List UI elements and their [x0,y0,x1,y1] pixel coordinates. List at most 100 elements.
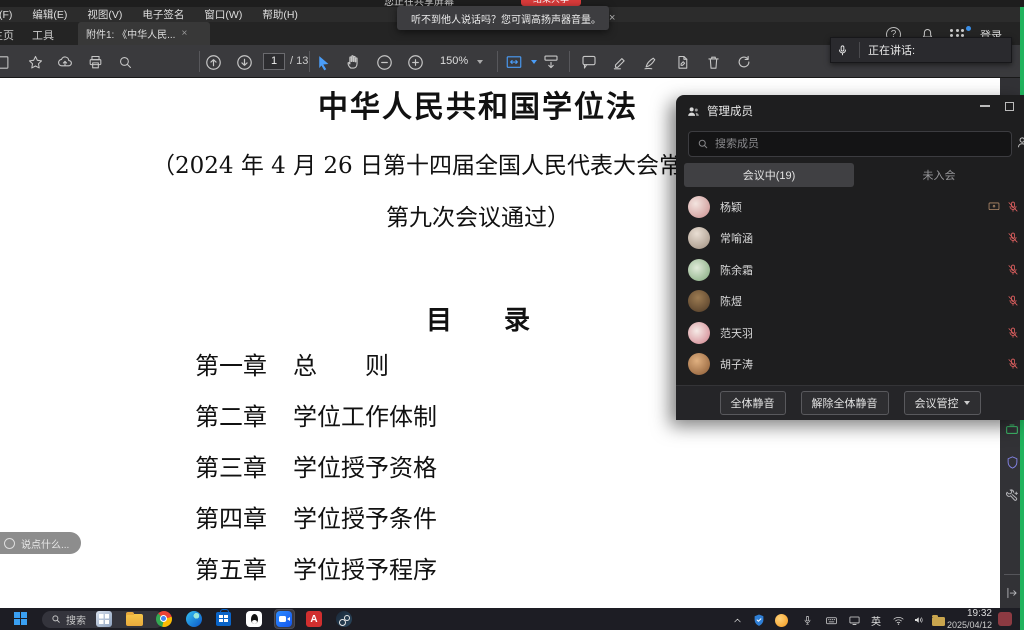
toast-message: 听不到他人说话吗？您可调高扬声器音量。 [411,11,601,26]
file-explorer-icon[interactable] [126,611,143,628]
taskbar: 搜索 A 英 19:32 2025/04/12 [0,608,1024,630]
tray-language-indicator[interactable]: 英 [869,613,883,627]
member-search-box[interactable] [688,131,1012,157]
menu-item[interactable]: 帮助(H) [262,7,298,22]
emoji-icon[interactable] [4,538,15,549]
page-total-label: / 13 [290,55,308,67]
mic-muted-icon[interactable] [1006,326,1020,340]
sharing-screen-icon [987,200,1001,214]
toc-entry: 第五章学位授予程序 [195,550,437,601]
member-management-panel: 管理成员 会议中(19) 未入会 杨颖 [676,95,1024,420]
hand-tool-icon[interactable] [342,51,364,73]
member-search-input[interactable] [715,138,1003,150]
microsoft-store-icon[interactable] [216,611,233,628]
comment-icon[interactable] [578,51,600,73]
member-row[interactable]: 杨颖 [676,191,1024,223]
menu-item[interactable]: 窗口(W) [204,7,242,22]
acrobat-icon[interactable]: A [306,611,323,628]
previous-page-icon[interactable] [202,51,224,73]
menu-item[interactable]: 视图(V) [87,7,122,22]
maximize-icon[interactable] [1005,102,1014,111]
fit-dropdown-caret[interactable] [531,60,537,64]
trash-icon[interactable] [702,51,724,73]
panel-header[interactable]: 管理成员 [676,95,1024,127]
tray-chevron-up-icon[interactable] [730,613,744,627]
page-number-input[interactable]: 1 [263,53,285,70]
avatar [688,196,710,218]
toolbar-collapse-icon[interactable] [540,51,562,73]
toast-close-icon[interactable]: × [609,12,615,24]
search-icon[interactable] [114,51,136,73]
member-name: 陈余霜 [720,262,753,278]
print-icon[interactable] [84,51,106,73]
mic-muted-icon[interactable] [1006,294,1020,308]
member-name: 范天羽 [720,325,753,341]
tab-home[interactable]: 主页 [0,27,14,43]
chrome-icon[interactable] [156,611,173,628]
footer-button[interactable]: 会议管控 [904,391,981,415]
footer-button[interactable]: 全体静音 [720,391,786,415]
mic-muted-icon[interactable] [1006,263,1020,277]
tray-security-orange-icon[interactable] [774,613,788,627]
zoom-dropdown-caret[interactable] [477,60,483,64]
tab-in-meeting[interactable]: 会议中(19) [684,163,854,187]
minimize-icon[interactable] [980,105,990,107]
next-page-icon[interactable] [233,51,255,73]
cloud-upload-icon[interactable] [54,51,76,73]
member-row[interactable]: 陈余霜 [676,254,1024,286]
refresh-icon[interactable] [733,51,755,73]
toc-entry: 第二章学位工作体制 [195,397,437,448]
tray-wifi-icon[interactable] [891,613,905,627]
member-row[interactable]: 陈煜 [676,286,1024,318]
member-row[interactable]: 胡子涛 [676,349,1024,381]
tray-shield-icon[interactable] [752,613,766,627]
protect-shield-icon[interactable] [1003,453,1021,471]
tray-microphone-icon[interactable] [800,613,814,627]
zoom-in-icon[interactable] [404,51,426,73]
fit-width-icon[interactable] [503,51,525,73]
qq-icon[interactable] [246,611,263,628]
select-tool-icon[interactable] [312,51,334,73]
menu-item[interactable]: 电子签名 [142,7,184,22]
close-tab-icon[interactable]: × [181,28,187,39]
tray-folder-icon[interactable] [931,613,945,627]
star-favorite-icon[interactable] [24,51,46,73]
zoom-level-value[interactable]: 150% [440,55,468,67]
taskbar-clock[interactable]: 19:32 2025/04/12 [946,609,992,630]
sign-pen-icon[interactable] [640,51,662,73]
widgets-icon[interactable] [96,611,113,628]
member-row[interactable]: 常喻涵 [676,223,1024,255]
notification-center-icon[interactable] [998,612,1012,626]
tray-keyboard-icon[interactable] [824,613,838,627]
taskbar-search-label: 搜索 [66,612,86,627]
more-tools-wrench-icon[interactable] [1003,486,1021,504]
mic-muted-icon[interactable] [1006,200,1020,214]
side-panel-icon[interactable] [0,51,12,73]
menu-item[interactable]: 编辑(E) [32,7,67,22]
search-icon [51,614,61,624]
tab-not-joined[interactable]: 未入会 [854,163,1024,187]
highlighter-icon[interactable] [609,51,631,73]
windows-start-icon[interactable] [14,612,27,625]
steam-icon[interactable] [336,611,353,628]
expand-pane-icon[interactable] [1003,584,1021,602]
stamp-tools-icon[interactable] [671,51,693,73]
edge-icon[interactable] [186,611,203,628]
share-stamp-icon[interactable] [1003,421,1021,439]
dropdown-caret [964,401,970,405]
tab-document[interactable]: 附件1: 《中华人民... × [78,22,210,45]
mic-muted-icon[interactable] [1006,357,1020,371]
footer-button[interactable]: 解除全体静音 [801,391,889,415]
tencent-meeting-icon[interactable] [276,611,293,628]
avatar [688,322,710,344]
mic-muted-icon[interactable] [1006,231,1020,245]
tray-speaker-icon[interactable] [912,613,926,627]
tray-display-icon[interactable] [847,613,861,627]
apps-grid-badge [966,26,971,31]
meeting-chat-bubble[interactable]: 说点什么... [0,532,81,554]
invite-person-icon[interactable] [1016,135,1024,150]
tab-tools[interactable]: 工具 [32,27,54,43]
zoom-out-icon[interactable] [373,51,395,73]
menu-item[interactable]: 文件(F) [0,7,12,22]
member-row[interactable]: 范天羽 [676,317,1024,349]
